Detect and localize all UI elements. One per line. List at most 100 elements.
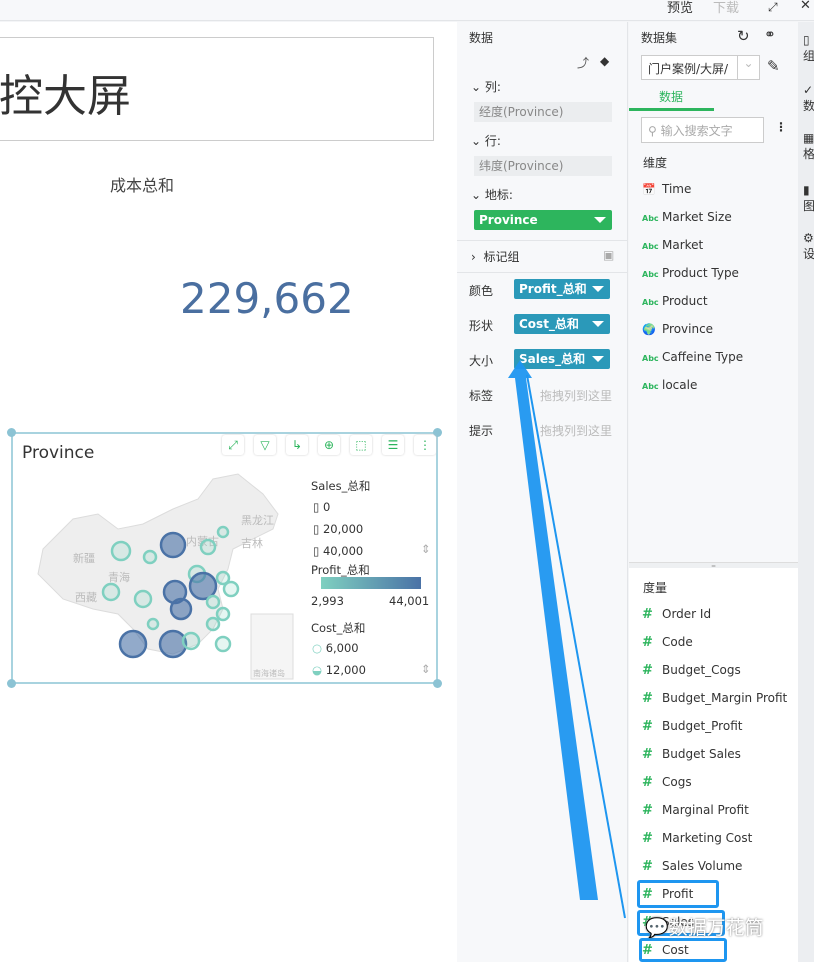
highlight-cost — [639, 938, 727, 962]
province-bubble[interactable] — [142, 549, 158, 565]
resize-handle[interactable] — [7, 428, 16, 437]
more-icon[interactable]: ⋮ — [414, 435, 436, 455]
region-label: 新疆 — [73, 551, 95, 565]
measure-item[interactable]: # Budget_Profit — [642, 716, 742, 736]
title-component[interactable]: 控大屏 — [0, 37, 434, 141]
size-dropdown[interactable]: Sales_总和 — [514, 349, 610, 369]
province-bubble[interactable] — [181, 631, 201, 651]
join-icon[interactable]: ⚭ — [764, 27, 776, 43]
measure-item[interactable]: # Code — [642, 632, 693, 652]
region-label: 青海 — [108, 570, 130, 584]
hash-icon: # — [642, 775, 653, 790]
province-bubble[interactable] — [214, 635, 232, 653]
measure-item[interactable]: # Cogs — [642, 772, 692, 792]
region-label: 吉林 — [241, 536, 263, 550]
eraser-icon[interactable]: ◆ — [600, 54, 609, 68]
search-input[interactable]: ⚲ 输入搜索文字 — [641, 117, 764, 143]
province-bubble[interactable] — [101, 582, 121, 602]
province-bubble[interactable] — [146, 617, 160, 631]
label-dropzone[interactable]: 拖拽列到这里 — [540, 387, 612, 404]
refresh-icon[interactable]: ↻ — [737, 27, 750, 45]
map-chart[interactable]: Province ⤢ ▽ ↳ ⊕ ⬚ ☰ ⋮ 新疆 西藏 青海 内蒙古 黑龙江 … — [7, 428, 442, 688]
close-icon[interactable]: ✕ — [800, 0, 811, 13]
dimension-item[interactable]: Abc Market — [642, 235, 703, 255]
resize-handle[interactable] — [433, 679, 442, 688]
edit-icon[interactable]: ✎ — [767, 57, 780, 75]
legend-profit-min: 2,993 — [311, 594, 344, 608]
preview-button[interactable]: 预览 — [667, 0, 693, 16]
columns-field[interactable]: 经度(Province) — [474, 102, 612, 122]
tooltip-dropzone[interactable]: 拖拽列到这里 — [540, 422, 612, 439]
measure-item[interactable]: # Budget Sales — [642, 744, 741, 764]
tag-icon[interactable]: ▣ — [603, 248, 614, 262]
zoom-in-icon[interactable]: ⊕ — [318, 435, 340, 455]
color-label: 颜色 — [469, 284, 494, 298]
page-title: 控大屏 — [0, 71, 131, 122]
dimension-item[interactable]: Abc locale — [642, 375, 697, 395]
province-bubble[interactable] — [159, 531, 187, 559]
province-bubble[interactable] — [205, 594, 221, 610]
globe-icon: 🌍 — [642, 323, 656, 336]
abc-icon: Abc — [642, 214, 659, 223]
dataset-select[interactable]: 门户案例/大屏/⌄ — [641, 55, 760, 80]
china-map[interactable]: 新疆 西藏 青海 内蒙古 黑龙江 吉林 南海诸岛 — [23, 469, 323, 684]
fullscreen-icon[interactable]: ⤢ — [768, 0, 778, 15]
province-bubble[interactable] — [199, 538, 217, 556]
province-bubble[interactable] — [215, 606, 231, 622]
select-icon[interactable]: ⬚ — [350, 435, 372, 455]
drill-icon[interactable]: ↳ — [286, 435, 308, 455]
search-icon: ⚲ — [648, 124, 657, 138]
side-tabs: ▯ 组 ✓ 数 ▦ 格 ▮ 图 ⚙ 设 — [798, 22, 814, 962]
swap-icon[interactable]: ⤴ — [577, 54, 589, 71]
side-tab[interactable]: ▮ 图 — [803, 182, 814, 214]
legend-item: ▯ 0 — [313, 500, 331, 514]
tab-data[interactable]: 数据 — [659, 88, 683, 105]
province-bubble[interactable] — [222, 580, 240, 598]
resize-handle[interactable] — [7, 679, 16, 688]
data-binding-panel: 数据 ⤴ ◆ ⌄ 列: 经度(Province) ⌄ 行: 纬度(Provinc… — [457, 22, 628, 962]
province-bubble[interactable] — [205, 616, 221, 632]
province-bubble[interactable] — [216, 525, 230, 539]
side-tab[interactable]: ⚙ 设 — [803, 230, 814, 262]
shape-dropdown[interactable]: Cost_总和 — [514, 314, 610, 334]
size-label: 大小 — [469, 354, 494, 368]
side-tab[interactable]: ✓ 数 — [803, 82, 814, 114]
side-tab[interactable]: ▦ 格 — [803, 130, 814, 162]
measure-item[interactable]: # Sales Volume — [642, 856, 742, 876]
measure-item[interactable]: # Order Id — [642, 604, 711, 624]
dimension-item[interactable]: Abc Caffeine Type — [642, 347, 743, 367]
marker-dropdown[interactable]: Province — [474, 210, 612, 230]
dataset-title: 数据集 — [641, 31, 678, 45]
dimension-item[interactable]: Abc Product Type — [642, 263, 739, 283]
measure-item[interactable]: # Budget_Cogs — [642, 660, 741, 680]
province-bubble[interactable] — [133, 589, 153, 609]
expand-icon[interactable]: ⤢ — [222, 435, 244, 455]
dimension-item[interactable]: 🌍 Province — [642, 319, 713, 339]
chevron-down-icon: ⌄ — [737, 56, 759, 79]
download-button[interactable]: 下载 — [713, 0, 739, 16]
province-bubble[interactable] — [110, 540, 132, 562]
more-icon[interactable]: ⋮ — [775, 120, 787, 134]
list-icon[interactable]: ☰ — [382, 435, 404, 455]
measure-item[interactable]: # Budget_Margin Profit — [642, 688, 787, 708]
province-bubble[interactable] — [158, 629, 188, 659]
side-tab[interactable]: ▯ 组 — [803, 32, 814, 64]
profit-gradient — [321, 577, 421, 589]
dimension-item[interactable]: Abc Market Size — [642, 207, 732, 227]
measure-item[interactable]: # Marginal Profit — [642, 800, 749, 820]
legend-cost-title: Cost_总和 — [311, 621, 366, 635]
scroll-arrows-icon[interactable]: ⇕ — [421, 662, 431, 676]
province-bubble[interactable] — [118, 629, 148, 659]
dimension-item[interactable]: 📅 Time — [642, 179, 691, 199]
markgroup-toggle[interactable]: › 标记组 — [471, 248, 519, 265]
measure-item[interactable]: # Marketing Cost — [642, 828, 752, 848]
dimension-item[interactable]: Abc Product — [642, 291, 708, 311]
kpi-label: 成本总和 — [110, 176, 175, 195]
scroll-arrows-icon[interactable]: ⇕ — [421, 542, 431, 556]
rows-field[interactable]: 纬度(Province) — [474, 156, 612, 176]
province-bubble[interactable] — [169, 597, 193, 621]
measures-title: 度量 — [643, 581, 668, 595]
color-dropdown[interactable]: Profit_总和 — [514, 279, 610, 299]
filter-icon[interactable]: ▽ — [254, 435, 276, 455]
rows-label: ⌄ 行: — [471, 134, 501, 148]
